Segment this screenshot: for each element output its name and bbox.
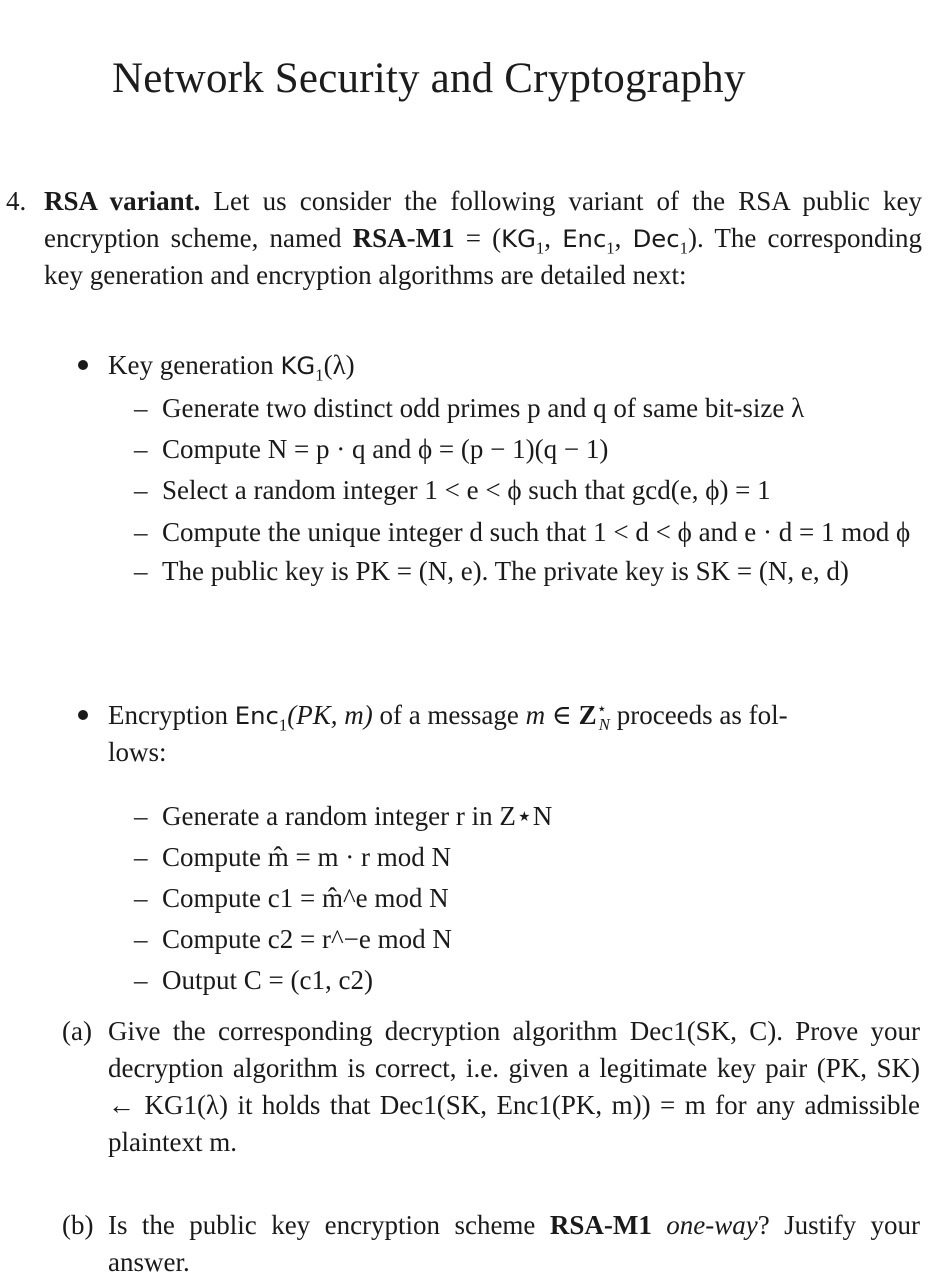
step-text: Output C = (c1, c2) <box>162 965 373 995</box>
scheme-name: RSA-M1 <box>352 223 455 253</box>
question-label: (a) <box>62 1016 92 1046</box>
keygen-step: – The public key is PK = (N, e). The pri… <box>78 554 922 589</box>
dash-icon: – <box>134 393 148 423</box>
step-text: Compute m̂ = m · r mod N <box>162 842 451 872</box>
subscript: 1 <box>606 238 615 258</box>
bullet-icon <box>78 360 88 370</box>
step-text: Compute c1 = m̂^e mod N <box>162 883 449 913</box>
dash-icon: – <box>134 517 148 547</box>
keygen-steps: – Generate two distinct odd primes p and… <box>78 388 922 589</box>
dash-icon: – <box>134 965 148 995</box>
question-label: (b) <box>62 1210 94 1240</box>
encryption-bullet: Encryption Enc1(PK, m) of a message m ∈ … <box>78 697 922 771</box>
kg-arg: (λ) <box>323 350 355 380</box>
enc-args: (PK, m) <box>287 700 373 730</box>
kg-name: KG <box>280 351 316 380</box>
encryption-section: Encryption Enc1(PK, m) of a message m ∈ … <box>78 697 922 1001</box>
problem-heading: RSA variant. <box>44 186 201 216</box>
dec-name: Dec <box>632 224 680 253</box>
page-title: Network Security and Cryptography <box>112 55 746 102</box>
subscript: 1 <box>278 715 288 735</box>
dash-icon: – <box>134 475 148 505</box>
element-of: ∈ <box>545 700 579 730</box>
enc-name: Enc <box>562 224 607 253</box>
keygen-label: Key generation <box>108 350 281 380</box>
dash-icon: – <box>134 556 148 586</box>
dash-icon: – <box>134 842 148 872</box>
problem-intro: 4. RSA variant. Let us consider the foll… <box>0 183 922 294</box>
scheme-name: RSA-M1 <box>549 1210 652 1240</box>
problem-paragraph: 4. RSA variant. Let us consider the foll… <box>0 183 922 294</box>
step-text: Compute N = p · q and ϕ = (p − 1)(q − 1) <box>162 434 609 464</box>
encryption-step: – Compute m̂ = m · r mod N <box>78 837 922 878</box>
encryption-label: Encryption <box>108 700 235 730</box>
comma: , <box>544 223 563 253</box>
keygen-section: Key generation KG1(λ) – Generate two dis… <box>78 345 922 589</box>
step-text: Compute c2 = r^−e mod N <box>162 924 452 954</box>
step-text: Generate a random integer r in Z⋆N <box>162 801 553 831</box>
text: proceeds as fol- <box>609 700 788 730</box>
n-sub: N <box>598 715 610 735</box>
dash-icon: – <box>134 883 148 913</box>
keygen-step: – Compute N = p · q and ϕ = (p − 1)(q − … <box>78 429 922 470</box>
text: of a message <box>372 700 526 730</box>
step-text: Select a random integer 1 < e < ϕ such t… <box>162 475 771 505</box>
keygen-step: – Select a random integer 1 < e < ϕ such… <box>78 470 922 511</box>
encryption-step: – Compute c1 = m̂^e mod N <box>78 878 922 919</box>
subscript: 1 <box>679 238 688 258</box>
emphasis: one-way <box>666 1210 758 1240</box>
question-text: Give the corresponding decryption algori… <box>108 1016 920 1157</box>
kg-name: KG <box>501 224 536 253</box>
text: lows: <box>108 737 167 767</box>
step-text: Compute the unique integer d such that 1… <box>162 517 911 547</box>
encryption-step: – Compute c2 = r^−e mod N <box>78 919 922 960</box>
z-set: Z <box>578 700 597 730</box>
keygen-bullet: Key generation KG1(λ) <box>78 345 922 386</box>
dash-icon: – <box>134 924 148 954</box>
subscript: 1 <box>315 365 324 385</box>
encryption-step: – Generate a random integer r in Z⋆N <box>78 796 922 837</box>
keygen-step: – Compute the unique integer d such that… <box>78 515 922 550</box>
comma: , <box>614 223 633 253</box>
question-text: Is the public key encryption scheme RSA-… <box>62 1207 920 1281</box>
keygen-step: – Generate two distinct odd primes p and… <box>78 388 922 429</box>
bullet-icon <box>78 710 88 720</box>
question-b: (b) Is the public key encryption scheme … <box>62 1207 920 1281</box>
text: Is the public key encryption scheme <box>108 1210 550 1240</box>
problem-number: 4. <box>6 186 27 216</box>
text <box>652 1210 666 1240</box>
tuple-open: = ( <box>454 223 502 253</box>
question-a: (a) Give the corresponding decryption al… <box>62 1013 920 1161</box>
tuple-close: ). <box>687 223 715 253</box>
dash-icon: – <box>134 434 148 464</box>
enc-name: Enc <box>234 701 279 730</box>
encryption-steps: – Generate a random integer r in Z⋆N – C… <box>78 796 922 1001</box>
encryption-step: – Output C = (c1, c2) <box>78 960 922 1001</box>
dash-icon: – <box>134 801 148 831</box>
step-text: The public key is PK = (N, e). The priva… <box>162 556 849 586</box>
message-var: m <box>525 700 546 730</box>
step-text: Generate two distinct odd primes p and q… <box>162 393 805 423</box>
